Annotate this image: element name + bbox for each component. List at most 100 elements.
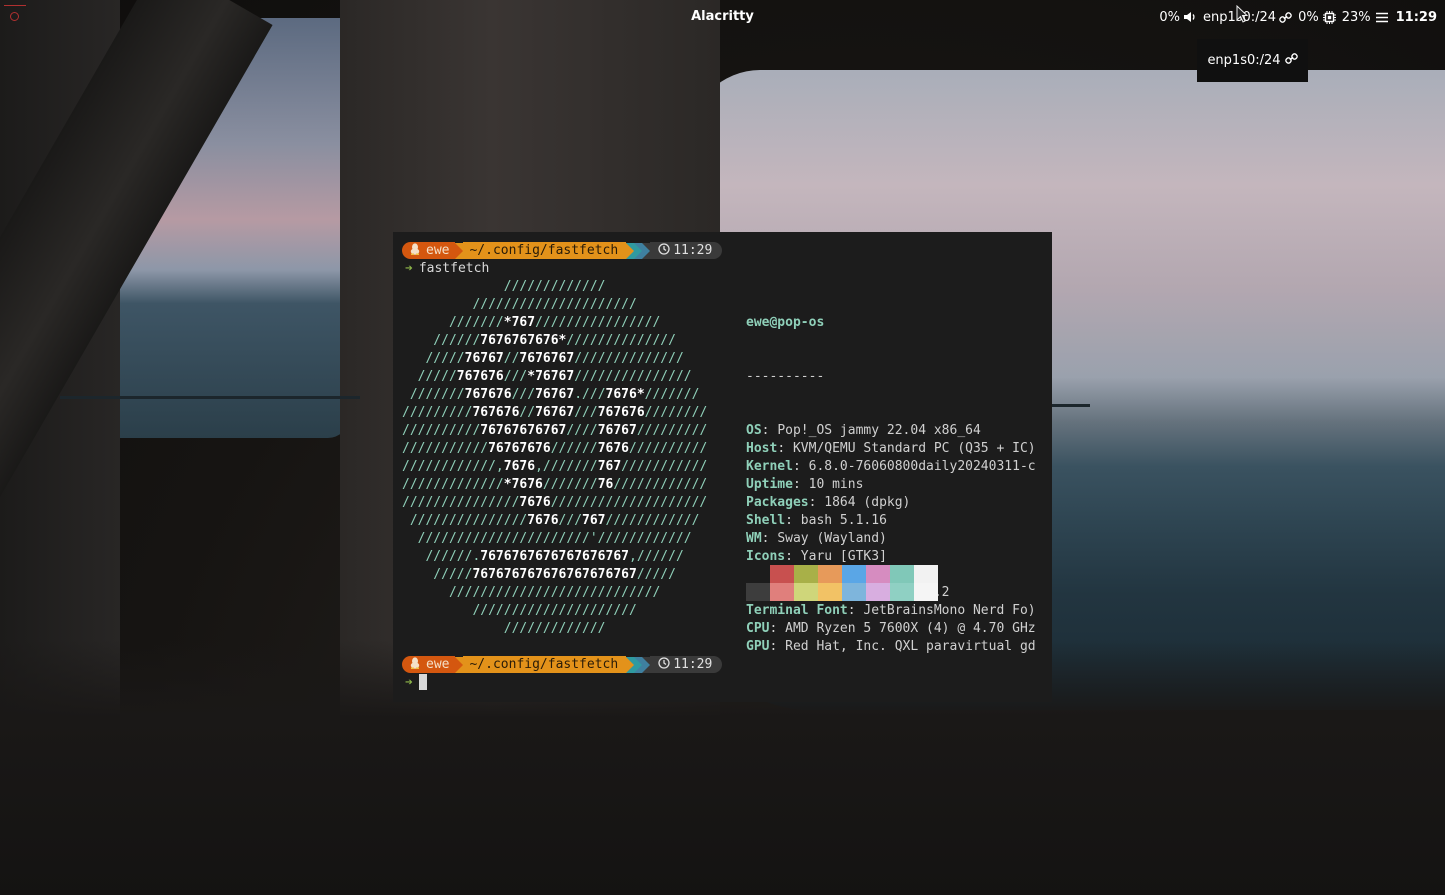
info-value: 1864 (dpkg) (824, 495, 911, 510)
clock-icon (658, 656, 673, 673)
logo-line: /////////////*7676///////76//////////// (402, 477, 708, 492)
cpu-value: 0% (1298, 9, 1319, 25)
prompt-user-segment: ewe (402, 242, 456, 259)
info-value: bash 5.1.16 (800, 513, 887, 528)
logo-line: //////7676767676*////////////// (402, 333, 676, 348)
logo-line: ///////////// (402, 621, 606, 636)
palette-row-normal (746, 565, 938, 583)
info-key: OS (746, 423, 762, 438)
prompt-user-segment: ewe (402, 656, 456, 673)
info-key: Host (746, 441, 778, 456)
system-info: ewe@pop-os ---------- OS: Pop!_OS jammy … (746, 278, 1036, 692)
info-value: 10 mins (808, 477, 864, 492)
info-row: Packages: 1864 (dpkg) (746, 495, 911, 510)
info-key: Shell (746, 513, 786, 528)
tooltip-text: enp1s0:/24 (1207, 53, 1281, 68)
info-fields: OS: Pop!_OS jammy 22.04 x86_64 Host: KVM/… (746, 422, 1036, 656)
logo-line: /////767676///*76767/////////////// (402, 369, 692, 384)
logo-line: ///////////////////// (402, 603, 637, 618)
prompt-path: ~/.config/fastfetch (469, 657, 619, 672)
info-row: Uptime: 10 mins (746, 477, 864, 492)
ascii-logo: ///////////// ///////////////////// ////… (402, 278, 707, 638)
link-icon (1284, 52, 1298, 69)
user-host: ewe@pop-os (746, 315, 825, 330)
palette-swatch (842, 565, 866, 583)
workspace-indicator[interactable] (4, 5, 26, 6)
info-value: 6.8.0-76060800daily20240311-c (808, 459, 1036, 474)
info-row: WM: Sway (Wayland) (746, 531, 887, 546)
palette-swatch (842, 583, 866, 601)
logo-line: /////767676767676767676767///// (402, 567, 676, 582)
palette-swatch (890, 565, 914, 583)
volume-module[interactable]: 0% (1159, 10, 1197, 25)
palette-swatch (818, 583, 842, 601)
command-line[interactable]: ➔ (405, 673, 427, 691)
linux-tux-icon (410, 656, 420, 673)
logo-line: ///////////76767676//////7676////////// (402, 441, 708, 456)
info-key: Icons (746, 549, 786, 564)
prompt-separator (455, 242, 464, 259)
palette-swatch (818, 565, 842, 583)
prompt-path: ~/.config/fastfetch (469, 243, 619, 258)
info-separator: ---------- (746, 369, 825, 384)
logo-line: //////.7676767676767676767,////// (402, 549, 684, 564)
memory-value: 23% (1341, 9, 1371, 25)
info-row: CPU: AMD Ryzen 5 7600X (4) @ 4.70 GHz (746, 621, 1036, 636)
prompt-time-segment: 11:29 (650, 242, 723, 259)
mouse-pointer-icon (1236, 4, 1249, 27)
logo-line: ////////////,7676,///////767/////////// (402, 459, 708, 474)
logo-line: ///////////////7676///767//////////// (402, 513, 700, 528)
text-cursor (418, 674, 427, 690)
info-value: KVM/QEMU Standard PC (Q35 + IC) (792, 441, 1036, 456)
prompt-arrow-icon: ➔ (405, 260, 413, 276)
palette-swatch (770, 583, 794, 601)
info-row: Shell: bash 5.1.16 (746, 513, 887, 528)
info-value: Sway (Wayland) (777, 531, 887, 546)
shell-prompt: ewe ~/.config/fastfetch 11:29 (402, 656, 723, 673)
palette-swatch (746, 583, 770, 601)
prompt-chevrons (626, 656, 651, 673)
logo-line: ///////////////////// (402, 297, 637, 312)
info-key: CPU (746, 621, 770, 636)
wallpaper-pier (60, 396, 360, 399)
menu-icon (1375, 12, 1388, 23)
network-tooltip: enp1s0:/24 (1197, 39, 1308, 82)
command-line: ➔ fastfetch (405, 259, 489, 277)
top-bar: Alacritty 0% enp1s0:/24 0% 23% 11:29 (0, 0, 1445, 34)
palette-row-bright (746, 583, 938, 601)
clock[interactable]: 11:29 (1396, 10, 1437, 25)
prompt-chevrons (626, 242, 651, 259)
prompt-separator (455, 656, 464, 673)
logo-line: /////////767676//76767///767676//////// (402, 405, 708, 420)
logo-line: ///////*767//////////////// (402, 315, 661, 330)
speaker-icon (1183, 11, 1197, 23)
palette-swatch (794, 583, 818, 601)
clock-icon (658, 242, 673, 259)
chip-icon (1322, 10, 1336, 24)
info-key: Terminal Font (746, 603, 848, 618)
logo-line: //////////////////////'//////////// (402, 531, 692, 546)
info-row: Terminal Font: JetBrainsMono Nerd Fo) (746, 603, 1036, 618)
cpu-module[interactable]: 0% (1298, 10, 1336, 25)
volume-value: 0% (1159, 9, 1180, 25)
linux-tux-icon (410, 242, 420, 259)
memory-module[interactable]: 23% (1342, 10, 1388, 25)
prompt-time: 11:29 (673, 657, 713, 672)
prompt-path-segment: ~/.config/fastfetch (463, 656, 627, 673)
info-key: Kernel (746, 459, 793, 474)
prompt-path-segment: ~/.config/fastfetch (463, 242, 627, 259)
link-icon (1279, 11, 1292, 24)
info-row: Kernel: 6.8.0-76060800daily20240311-c (746, 459, 1036, 474)
info-value: Pop!_OS jammy 22.04 x86_64 (777, 423, 981, 438)
palette-swatch (746, 565, 770, 583)
shell-prompt: ewe ~/.config/fastfetch 11:29 (402, 242, 723, 259)
palette-swatch (770, 565, 794, 583)
alacritty-terminal-window[interactable]: ewe ~/.config/fastfetch 11:29 ➔ fastfetc… (393, 232, 1052, 702)
palette-swatch (914, 565, 938, 583)
wallpaper-pier (1052, 404, 1090, 407)
palette-swatch (914, 583, 938, 601)
logo-line: ///////////////7676//////////////////// (402, 495, 708, 510)
info-value: Red Hat, Inc. QXL paravirtual gd (785, 639, 1036, 654)
command-text: fastfetch (418, 260, 490, 276)
info-value: Yaru [GTK3] (800, 549, 887, 564)
